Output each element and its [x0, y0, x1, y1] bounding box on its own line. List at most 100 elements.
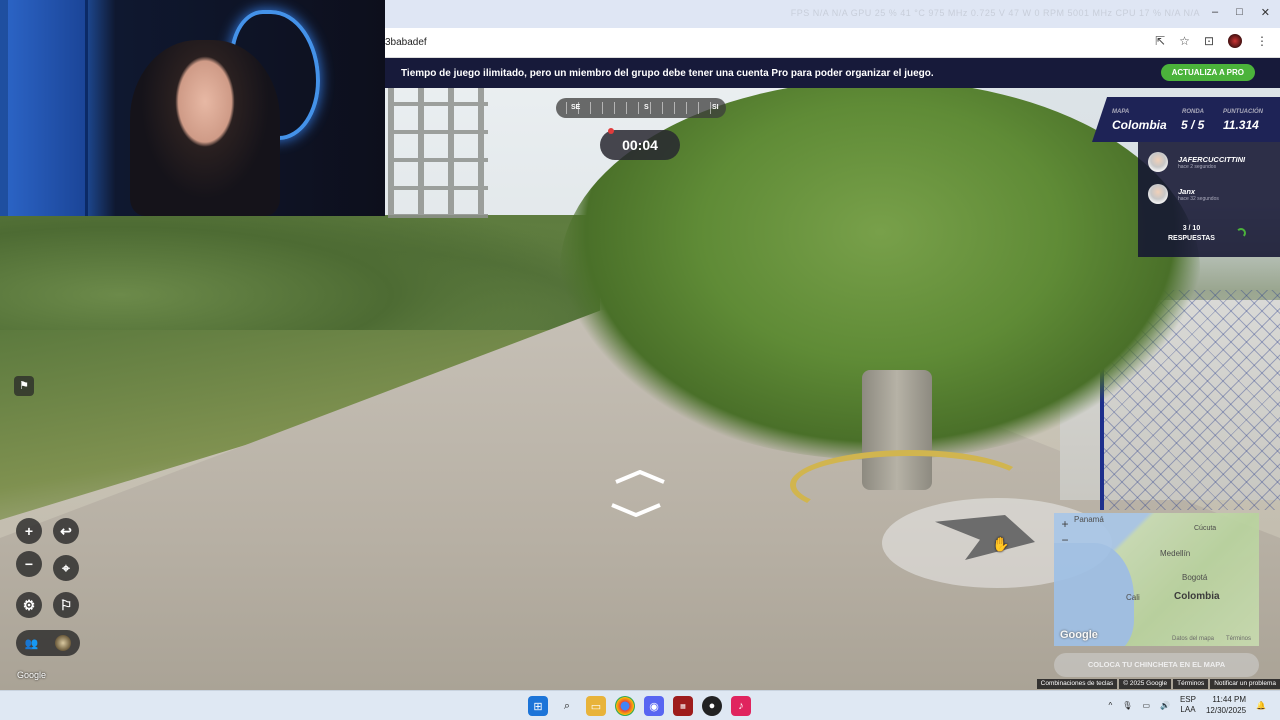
responses-count: 3 / 10 [1182, 225, 1201, 232]
browser-title-bar: FPS N/A N/A GPU 25 % 41 °C 975 MHz 0.725… [385, 0, 1280, 28]
language-line1: ESP [1179, 695, 1196, 704]
report-problem-link[interactable]: Notificar un problema [1210, 679, 1280, 689]
minimize-button[interactable]: – [1212, 6, 1218, 19]
map-label-panama: Panamá [1074, 515, 1104, 524]
map-label: MAPA [1112, 109, 1130, 115]
player-name: JAFERCUCCITTINI [1178, 154, 1246, 164]
promo-message: Tiempo de juego ilimitado, pero un miemb… [401, 68, 934, 79]
loading-spinner-icon [1236, 228, 1246, 238]
compass-bar: SE S SI [556, 98, 726, 118]
windows-taskbar: ⊞ ⌕ ▭ ◉ ▦ ● ♪ ^ 🎙 ▭ 🔊 ESP LAA 11:44 PM 1… [0, 690, 1280, 720]
minimap-zoom-in[interactable]: + [1058, 518, 1072, 532]
player-toggle[interactable]: 👥 [16, 630, 80, 656]
compass-ticks [566, 102, 716, 114]
close-button[interactable]: ✕ [1261, 6, 1270, 19]
zoom-in-button[interactable]: + [16, 518, 42, 544]
clock-date: 12/30/2025 [1205, 706, 1247, 715]
chrome-icon[interactable] [615, 696, 635, 716]
volume-icon[interactable]: 🔊 [1160, 701, 1170, 710]
compass-label-s: S [644, 104, 649, 111]
address-text[interactable]: 3babadef [385, 37, 427, 48]
menu-dots-icon[interactable]: ⋮ [1256, 34, 1268, 48]
maximize-button[interactable]: □ [1236, 6, 1243, 19]
hand-cursor-icon: ✋ [992, 536, 1010, 552]
gear-icon[interactable]: ⚙ [16, 592, 42, 618]
round-timer: 00:04 [600, 130, 680, 160]
windows-start-icon[interactable]: ⊞ [528, 696, 548, 716]
search-icon[interactable]: ⌕ [557, 696, 577, 716]
place-pin-button[interactable]: COLOCA TU CHINCHETA EN EL MAPA [1054, 653, 1259, 677]
profile-avatar[interactable] [1228, 34, 1242, 48]
map-label-colombia: Colombia [1174, 591, 1220, 602]
obs-icon[interactable]: ● [702, 696, 722, 716]
webcam-streamer [130, 40, 280, 216]
map-label-bogota: Bogotá [1182, 573, 1208, 582]
clock[interactable]: 11:44 PM 12/30/2025 [1206, 694, 1246, 716]
score-value: 11.314 [1223, 118, 1259, 132]
microphone-icon[interactable]: 🎙 [1122, 701, 1132, 710]
move-forward-arrow[interactable] [614, 469, 666, 484]
players-panel: JAFERCUCCITTINI hace 2 segundos Janx hac… [1138, 142, 1280, 257]
chevron-up-icon [615, 469, 665, 484]
cast-icon[interactable]: ⇱ [1155, 34, 1165, 48]
language-line2: LAA [1180, 705, 1196, 714]
window-controls: – □ ✕ [1212, 6, 1270, 19]
responses-counter: 3 / 10 RESPUESTAS [1168, 224, 1215, 244]
compass-label-se: SE [571, 104, 581, 111]
location-pin-icon[interactable]: ⌖ [53, 555, 79, 581]
webcam-door [8, 0, 88, 216]
round-label: RONDA [1182, 109, 1204, 115]
score-label: PUNTUACIÓN [1223, 109, 1263, 115]
player-row: Janx hace 32 segundos [1148, 184, 1219, 204]
tray-overflow-icon[interactable]: ^ [1109, 701, 1113, 710]
map-label-cali: Cali [1126, 593, 1140, 602]
guess-minimap[interactable]: Panamá Cúcuta Medellín Bogotá Cali Colom… [1054, 513, 1259, 646]
bookmark-star-icon[interactable]: ☆ [1179, 34, 1190, 48]
minimap-google-logo: Google [1060, 629, 1098, 641]
chevron-down-icon [611, 503, 661, 518]
address-bar-icons: ⇱ ☆ ⊡ ⋮ [1155, 34, 1268, 48]
pro-promo-banner: Tiempo de juego ilimitado, pero un miemb… [385, 58, 1280, 88]
map-label-medellin: Medellín [1160, 549, 1191, 558]
undo-arrow-icon[interactable]: ↩ [53, 518, 79, 544]
system-tray: ^ 🎙 ▭ 🔊 ESP LAA 11:44 PM 12/30/2025 🔔 [1109, 694, 1266, 716]
zoom-out-button[interactable]: − [16, 551, 42, 577]
responses-label: RESPUESTAS [1168, 235, 1215, 242]
player-avatar [1148, 184, 1168, 204]
player-time: hace 32 segundos [1178, 195, 1219, 202]
player-avatar [1148, 152, 1168, 172]
keyboard-shortcuts-link[interactable]: Combinaciones de teclas [1036, 679, 1118, 689]
flag-icon[interactable]: ⚐ [53, 592, 79, 618]
discord-icon[interactable]: ◉ [644, 696, 664, 716]
notifications-icon[interactable]: 🔔 [1256, 701, 1266, 710]
map-label-cucuta: Cúcuta [1194, 525, 1217, 532]
player-name: Janx [1178, 186, 1196, 196]
tiktok-icon[interactable]: ♪ [731, 696, 751, 716]
move-back-arrow[interactable] [610, 503, 662, 518]
compass-label-si: SI [712, 104, 719, 111]
google-watermark: Google [17, 670, 47, 680]
mini-avatar [55, 635, 72, 651]
street-view-footer: Combinaciones de teclas © 2025 Google Té… [1036, 679, 1280, 689]
wifi-icon[interactable]: ▭ [1142, 701, 1150, 710]
timer-indicator-dot [608, 128, 614, 134]
player-row: JAFERCUCCITTINI hace 2 segundos [1148, 152, 1245, 172]
round-value: 5 / 5 [1181, 118, 1205, 132]
address-bar[interactable]: 3babadef ⇱ ☆ ⊡ ⋮ [385, 28, 1280, 58]
users-icon: 👥 [24, 637, 39, 650]
tab-search-icon[interactable]: ⊡ [1204, 34, 1214, 48]
upgrade-pro-button[interactable]: ACTUALIZA A PRO [1160, 64, 1255, 81]
copyright-text: © 2025 Google [1119, 679, 1172, 689]
language-indicator[interactable]: ESP LAA [1180, 695, 1196, 715]
report-icon[interactable]: ⚑ [14, 376, 34, 396]
player-time: hace 2 segundos [1178, 163, 1217, 170]
clock-time: 11:44 PM [1212, 695, 1247, 704]
file-explorer-icon[interactable]: ▭ [586, 696, 606, 716]
voicemeeter-icon[interactable]: ▦ [673, 696, 693, 716]
terms-link[interactable]: Términos [1173, 679, 1209, 689]
system-stats-overlay: FPS N/A N/A GPU 25 % 41 °C 975 MHz 0.725… [790, 8, 1200, 18]
minimap-zoom-out[interactable]: − [1058, 534, 1072, 548]
minimap-terms[interactable]: Términos [1226, 636, 1251, 642]
webcam-overlay [0, 0, 385, 216]
minimap-map-data[interactable]: Datos del mapa [1172, 636, 1214, 642]
